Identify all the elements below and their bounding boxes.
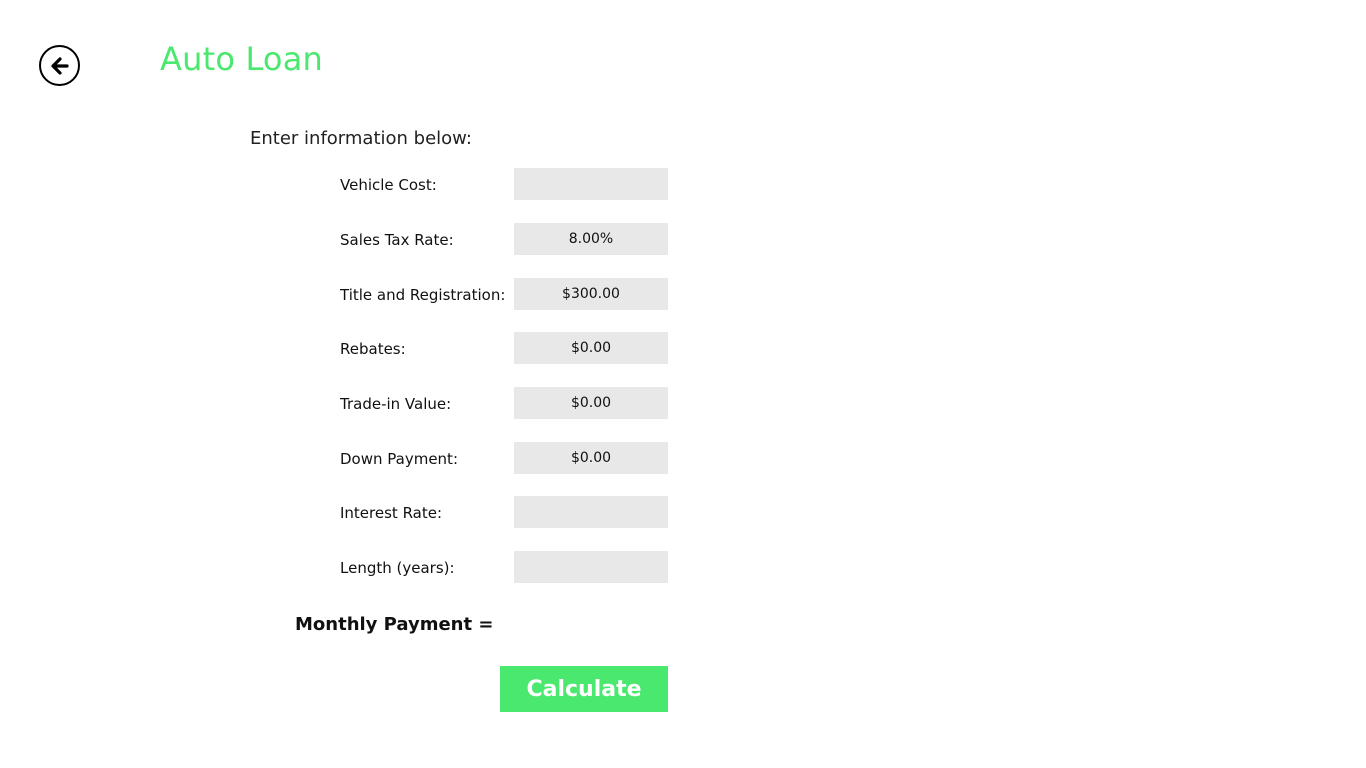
vehicle-cost-label: Vehicle Cost: bbox=[340, 176, 437, 194]
field-row-down-payment: Down Payment: bbox=[340, 442, 668, 474]
back-button[interactable] bbox=[39, 45, 80, 86]
calculate-button[interactable]: Calculate bbox=[500, 666, 668, 712]
down-payment-label: Down Payment: bbox=[340, 450, 458, 468]
field-row-sales-tax-rate: Sales Tax Rate: bbox=[340, 223, 668, 255]
down-payment-input[interactable] bbox=[514, 442, 668, 474]
interest-rate-label: Interest Rate: bbox=[340, 504, 443, 522]
field-row-rebates: Rebates: bbox=[340, 332, 668, 364]
sales-tax-rate-label: Sales Tax Rate: bbox=[340, 231, 454, 249]
trade-in-value-label: Trade-in Value: bbox=[340, 395, 452, 413]
rebates-label: Rebates: bbox=[340, 340, 406, 358]
form-instructions: Enter information below: bbox=[250, 128, 472, 149]
field-row-length-years: Length (years): bbox=[340, 551, 668, 583]
vehicle-cost-input[interactable] bbox=[514, 168, 668, 200]
sales-tax-rate-input[interactable] bbox=[514, 223, 668, 255]
arrow-left-icon bbox=[50, 56, 69, 75]
field-row-title-registration: Title and Registration: bbox=[340, 278, 668, 310]
length-years-label: Length (years): bbox=[340, 559, 455, 577]
auto-loan-page: Auto Loan Enter information below: Vehic… bbox=[0, 0, 1366, 768]
length-years-input[interactable] bbox=[514, 551, 668, 583]
monthly-payment-label: Monthly Payment = bbox=[295, 614, 494, 635]
field-row-vehicle-cost: Vehicle Cost: bbox=[340, 168, 668, 200]
interest-rate-input[interactable] bbox=[514, 496, 668, 528]
trade-in-value-input[interactable] bbox=[514, 387, 668, 419]
field-row-interest-rate: Interest Rate: bbox=[340, 496, 668, 528]
field-row-trade-in-value: Trade-in Value: bbox=[340, 387, 668, 419]
rebates-input[interactable] bbox=[514, 332, 668, 364]
title-registration-label: Title and Registration: bbox=[340, 286, 506, 304]
page-title: Auto Loan bbox=[160, 40, 324, 78]
title-registration-input[interactable] bbox=[514, 278, 668, 310]
